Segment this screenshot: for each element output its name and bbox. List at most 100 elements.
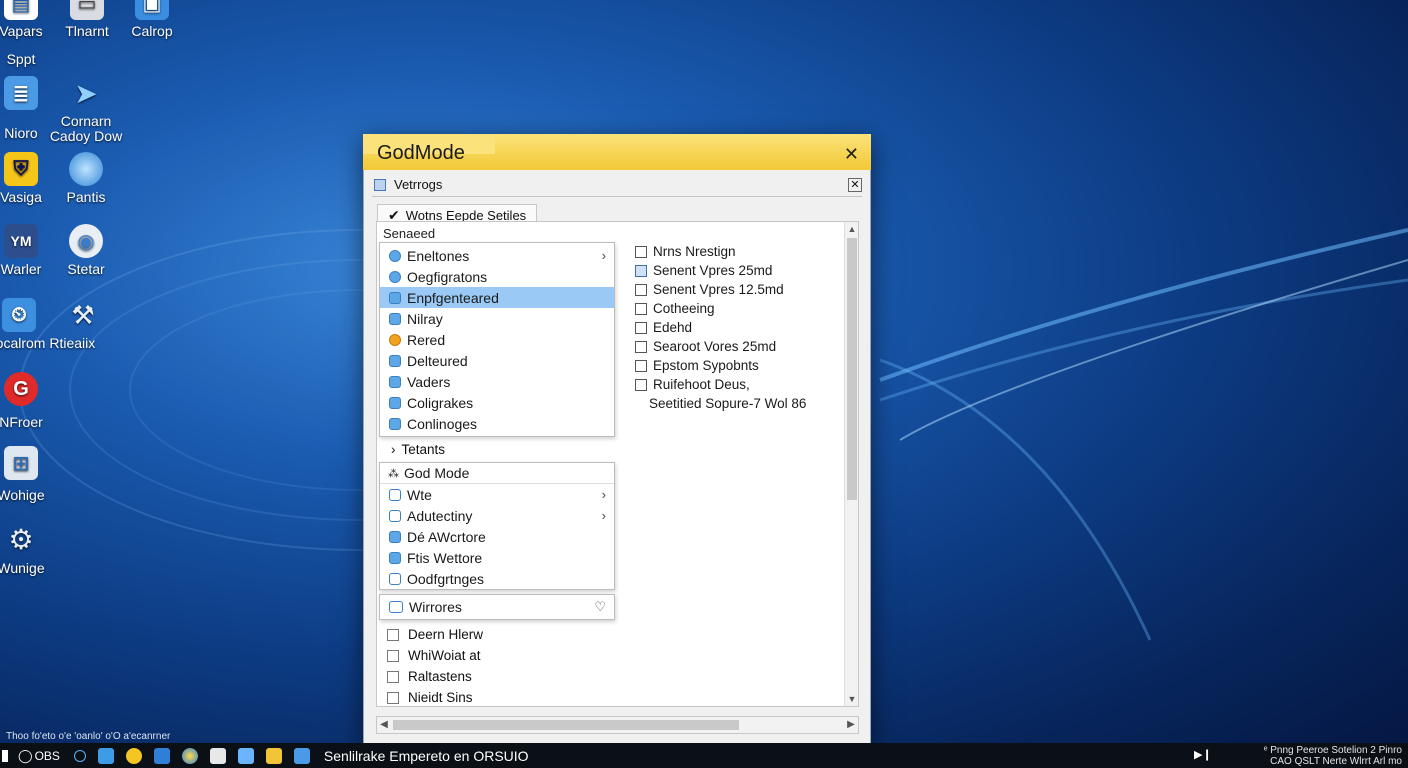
people-icon[interactable] bbox=[97, 747, 114, 764]
network-icon: ⊞ bbox=[4, 446, 38, 480]
scroll-up-icon[interactable]: ▲ bbox=[845, 222, 859, 236]
start-label[interactable]: OBS bbox=[35, 749, 60, 763]
checkbox[interactable] bbox=[387, 691, 399, 704]
running-window-title[interactable]: Senlilrake Empereto en ORSUIO bbox=[324, 748, 529, 764]
desktop-status-note: Thoo fo'eto o'e 'oanlo' o'O a'ecanrner bbox=[6, 731, 171, 742]
horizontal-scroll-thumb[interactable] bbox=[393, 720, 739, 730]
check-item-6[interactable]: Searoot Vores 25md bbox=[635, 337, 806, 356]
lower-item-4[interactable]: Nieidt Sins bbox=[387, 687, 483, 708]
bell-icon[interactable] bbox=[125, 747, 142, 764]
user-icon bbox=[389, 375, 401, 388]
window-title: GodMode bbox=[377, 142, 465, 164]
menu-item-dawcrtore[interactable]: Dé AWcrtore bbox=[380, 526, 614, 547]
checkbox[interactable] bbox=[635, 302, 647, 315]
checkbox[interactable] bbox=[635, 245, 647, 258]
media-icon: YM bbox=[4, 224, 38, 258]
check-item-1[interactable]: Nrns Nrestign bbox=[635, 242, 806, 261]
puzzle-icon[interactable] bbox=[237, 747, 254, 764]
tools-icon: ⚒ bbox=[71, 299, 95, 330]
desktop-icon-wohige[interactable]: ⊞ Wohige bbox=[0, 446, 58, 503]
app-icon bbox=[389, 530, 401, 543]
wirrores-row: Wirrores ♡ bbox=[380, 595, 614, 619]
menu-item-oegfigratons[interactable]: Oegfigratons bbox=[380, 266, 614, 287]
device-icon bbox=[389, 354, 401, 367]
search-icon[interactable]: ◯ bbox=[18, 748, 33, 764]
network-icon bbox=[389, 396, 401, 409]
menu-item-coligrakes[interactable]: Coligrakes bbox=[380, 392, 614, 413]
desktop-icon-calrop[interactable]: ▣ Calrop bbox=[115, 0, 189, 39]
mail-icon[interactable] bbox=[153, 747, 170, 764]
taskbar: ◯ OBS Senlilrake Empereto en ORSUIO ▶❙ ᵉ… bbox=[0, 743, 1408, 768]
system-tray[interactable]: ᵉ Pnng Peeroe Sotelion 2 Pinro CAO QSLT … bbox=[1264, 745, 1402, 767]
list-icon bbox=[389, 601, 403, 613]
desktop-icon-pantis[interactable]: Pantis bbox=[49, 152, 123, 205]
menu-item-vaders[interactable]: Vaders bbox=[380, 371, 614, 392]
wirrores-bar[interactable]: Wirrores ♡ bbox=[379, 594, 615, 620]
checkbox[interactable] bbox=[635, 340, 647, 353]
menu-item-oodfgrtnges[interactable]: Oodfgrtnges bbox=[380, 568, 614, 589]
display-icon bbox=[389, 312, 401, 325]
close-panel-icon[interactable]: ✕ bbox=[848, 177, 862, 192]
file-icon bbox=[389, 509, 401, 522]
vertical-scrollbar[interactable]: ▲ ▼ bbox=[844, 222, 858, 706]
desktop-icon-inocalrom[interactable]: ⏲ ⚒ Inocalrom Rtieaiix bbox=[0, 298, 114, 351]
scroll-right-icon[interactable]: ▶ bbox=[844, 717, 858, 733]
menu-item-nilray[interactable]: Nilray bbox=[380, 308, 614, 329]
checkbox[interactable] bbox=[387, 649, 399, 662]
category-menu: Eneltones › Oegfigratons Enpfgenteared Ni… bbox=[379, 242, 615, 437]
checkbox[interactable] bbox=[387, 670, 399, 683]
wrench-icon: ⚙ bbox=[8, 523, 34, 555]
checkbox[interactable] bbox=[635, 321, 647, 334]
browser-icon[interactable] bbox=[181, 747, 198, 764]
scroll-left-icon[interactable]: ◀ bbox=[377, 717, 391, 733]
menu-item-rered[interactable]: Rered bbox=[380, 329, 614, 350]
checkbox[interactable] bbox=[387, 628, 399, 641]
alert-icon bbox=[389, 333, 401, 346]
checkbox[interactable] bbox=[635, 378, 647, 391]
vertical-scroll-thumb[interactable] bbox=[847, 238, 857, 500]
lower-item-2[interactable]: WhiWoiat at bbox=[387, 645, 483, 666]
check-item-5[interactable]: Edehd bbox=[635, 318, 806, 337]
check-item-4[interactable]: Cotheeing bbox=[635, 299, 806, 318]
check-item-8[interactable]: Ruifehoot Deus, bbox=[635, 375, 806, 394]
godmode-window[interactable]: GodMode ✕ Vetrrogs ✕ ✔ Wotns Eepde Setil… bbox=[363, 134, 871, 744]
godmode-icon: ⁂ bbox=[388, 467, 399, 480]
menu-item-ftiswettore[interactable]: Ftis Wettore bbox=[380, 547, 614, 568]
menu-item-delteured[interactable]: Delteured bbox=[380, 350, 614, 371]
check-item-9: Seetitied Sopure-7 Wol 86 bbox=[649, 396, 807, 411]
check-item-3[interactable]: Senent Vpres 12.5md bbox=[635, 280, 806, 299]
taskview-icon[interactable] bbox=[73, 749, 86, 762]
folder-icon[interactable] bbox=[265, 747, 282, 764]
lower-item-3[interactable]: Raltastens bbox=[387, 666, 483, 687]
menu-item-wte[interactable]: Wte › bbox=[380, 484, 614, 505]
globe-icon bbox=[69, 152, 103, 186]
desktop-icon-cornarn[interactable]: ➤ Cornarn Cadoy Dow bbox=[49, 76, 123, 144]
window-app-icon[interactable] bbox=[209, 747, 226, 764]
menu-item-adutectiny[interactable]: Adutectiny › bbox=[380, 505, 614, 526]
lower-item-1[interactable]: Deern Hlerw bbox=[387, 624, 483, 645]
shield-icon: ⛨ bbox=[4, 152, 38, 186]
horizontal-scrollbar[interactable]: ◀ ▶ bbox=[376, 716, 859, 734]
close-icon[interactable]: ✕ bbox=[844, 144, 859, 165]
tetants-group[interactable]: › Tetants bbox=[391, 442, 445, 457]
menu-item-eneltones[interactable]: Eneltones › bbox=[380, 245, 614, 266]
check-item-7[interactable]: Epstom Sypobnts bbox=[635, 356, 806, 375]
tray-line-2: CAO QSLT Nerte Wlrrt Arl mo bbox=[1270, 756, 1402, 767]
checkbox[interactable] bbox=[635, 359, 647, 372]
menu-item-conlinoges[interactable]: Conlinoges bbox=[380, 413, 614, 434]
scroll-down-icon[interactable]: ▼ bbox=[845, 692, 859, 706]
chevron-right-icon: › bbox=[391, 442, 396, 457]
heart-icon[interactable]: ♡ bbox=[594, 599, 606, 615]
check-item-2[interactable]: Senent Vpres 25md bbox=[635, 261, 806, 280]
desktop-icon-tlnarnt[interactable]: ▭ Tlnarnt bbox=[50, 0, 124, 39]
window-titlebar[interactable]: GodMode ✕ bbox=[363, 134, 871, 170]
menu-item-enpfgenteared[interactable]: Enpfgenteared bbox=[380, 287, 614, 308]
start-icon[interactable] bbox=[2, 749, 8, 762]
checkbox[interactable] bbox=[635, 283, 647, 296]
desktop-icon-nfroer[interactable]: G NFroer bbox=[0, 372, 58, 430]
checkbox[interactable] bbox=[635, 264, 647, 277]
desktop-icon-stetar[interactable]: ◉ Stetar bbox=[49, 224, 123, 277]
grid-icon[interactable] bbox=[293, 747, 310, 764]
media-icon[interactable]: ▶❙ bbox=[1194, 748, 1212, 761]
desktop-icon-wunige[interactable]: ⚙ Wunige bbox=[0, 522, 58, 576]
